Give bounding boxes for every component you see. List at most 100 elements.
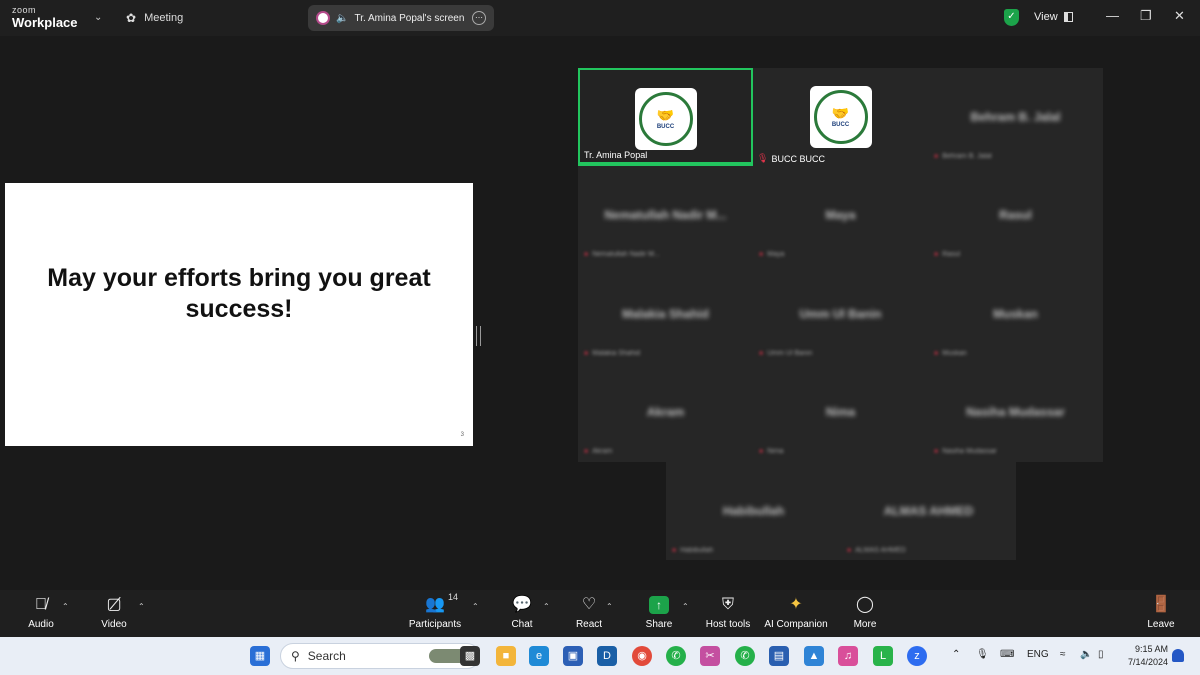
mic-muted-icon: ● — [847, 547, 852, 554]
participant-tile[interactable]: Behram B. Jalal ● Behram B. Jalal — [928, 68, 1103, 166]
react-button[interactable]: ♡ React — [570, 594, 608, 630]
windows-start-icon[interactable]: ▦ — [250, 646, 270, 666]
presentation-app-icon[interactable]: ▤ — [769, 646, 789, 666]
microphone-tray-icon[interactable]: 🎙 — [976, 649, 989, 660]
clock-time: 9:15 AM — [1134, 644, 1168, 654]
participants-count-badge: 14 — [448, 592, 459, 602]
audio-button[interactable]: 🎙̸ Audio — [22, 594, 60, 630]
participant-tile[interactable]: Umm Ul Banin ● Umm Ul Banin — [753, 265, 928, 363]
battery-icon[interactable]: ▯ — [1098, 649, 1104, 660]
participant-name-tag: ● ALMAS AHMED — [847, 547, 906, 554]
wifi-icon[interactable]: ≈ — [1060, 649, 1066, 660]
photos-icon[interactable]: ▲ — [804, 646, 824, 666]
participant-name-tag: ● Habibullah — [672, 547, 714, 554]
restore-icon[interactable]: ❐ — [1140, 8, 1152, 24]
share-button[interactable]: ↑ Share — [640, 594, 678, 630]
leave-door-icon: 🚪 — [1151, 596, 1171, 613]
whatsapp-icon[interactable]: ✆ — [666, 646, 686, 666]
participant-name-tag: ● Nasiha Mudassar — [934, 448, 997, 455]
line-app-icon[interactable]: L — [873, 646, 893, 666]
dell-app-icon[interactable]: D — [597, 646, 617, 666]
participant-name-large: Akram — [646, 405, 685, 419]
mic-muted-icon: 🎙̸ — [35, 596, 47, 613]
meeting-menu[interactable]: ✿ Meeting — [126, 11, 183, 25]
participant-name-tag: ● Akram — [584, 448, 613, 455]
whatsapp-business-icon[interactable]: ✆ — [735, 646, 755, 666]
chevron-down-icon[interactable]: ⌄ — [94, 12, 102, 23]
security-shield-icon[interactable]: ✓ — [1004, 9, 1019, 26]
zoom-app-icon[interactable]: z — [907, 646, 927, 666]
view-label: View — [1034, 11, 1058, 23]
participant-tile[interactable]: Habibullah ● Habibullah — [666, 462, 841, 560]
brand-bottom: Workplace — [12, 15, 78, 30]
video-options-chevron-icon[interactable]: ⌃ — [138, 602, 145, 611]
minimize-icon[interactable]: — — [1106, 8, 1119, 23]
keyboard-icon[interactable]: ⌨ — [1000, 649, 1014, 660]
file-explorer-icon[interactable]: ■ — [496, 646, 516, 666]
participant-tile[interactable]: Akram ● Akram — [578, 363, 753, 461]
search-icon: ⚲ — [291, 649, 300, 663]
taskbar-clock[interactable]: 9:15 AM 7/14/2024 — [1120, 643, 1168, 669]
store-icon[interactable]: ▣ — [563, 646, 583, 666]
video-button[interactable]: ▢̸ Video — [96, 594, 132, 630]
react-options-chevron-icon[interactable]: ⌃ — [606, 602, 613, 611]
participant-tile[interactable]: ALMAS AHMED ● ALMAS AHMED — [841, 462, 1016, 560]
participant-tile-active-speaker[interactable]: 🤝 BUCC Tr. Amina Popal — [578, 68, 753, 166]
participant-name-large: Umm Ul Banin — [799, 307, 882, 321]
taskbar-search[interactable]: ⚲ Search — [280, 643, 480, 669]
task-view-icon[interactable]: ▩ — [460, 646, 480, 666]
language-indicator[interactable]: ENG — [1027, 649, 1049, 660]
participant-tile[interactable]: Maya ● Maya — [753, 166, 928, 264]
participant-name-large: Nasiha Mudassar — [966, 405, 1065, 419]
split-view-resize-handle[interactable] — [476, 326, 481, 346]
mic-muted-icon: ● — [934, 350, 939, 357]
participant-tile[interactable]: Nematullah Nadir M... ● Nematullah Nadir … — [578, 166, 753, 264]
share-options-chevron-icon[interactable]: ⌃ — [682, 602, 689, 611]
shield-icon: ⛨ — [721, 596, 734, 613]
participant-tile[interactable]: 🤝 BUCC 🎙 BUCC BUCC — [753, 68, 928, 166]
more-button[interactable]: ◯ More — [848, 594, 882, 630]
mic-muted-icon: ● — [934, 251, 939, 258]
snipping-tool-icon[interactable]: ✂ — [700, 646, 720, 666]
bucc-logo: 🤝 BUCC — [813, 90, 868, 144]
volume-icon[interactable]: 🔈 — [1080, 649, 1092, 660]
mic-muted-icon: ● — [759, 448, 764, 455]
handshake-icon: 🤝 — [656, 107, 675, 123]
clock-date: 7/14/2024 — [1127, 657, 1168, 667]
participant-tile[interactable]: Rasul ● Rasul — [928, 166, 1103, 264]
mic-muted-icon: ● — [584, 251, 589, 258]
leave-button[interactable]: 🚪 Leave — [1144, 594, 1178, 630]
edge-browser-icon[interactable]: e — [529, 646, 549, 666]
screen-share-indicator[interactable]: 🔈 Tr. Amina Popal's screen ⋯ — [308, 5, 494, 31]
participant-name-large: Habibullah — [722, 504, 785, 518]
participant-avatar: 🤝 BUCC — [809, 86, 872, 148]
participant-tile[interactable]: Nasiha Mudassar ● Nasiha Mudassar — [928, 363, 1103, 461]
chat-options-chevron-icon[interactable]: ⌃ — [543, 602, 550, 611]
video-off-icon: ▢̸ — [106, 596, 122, 613]
host-tools-button[interactable]: ⛨ Host tools — [702, 594, 754, 630]
chat-button[interactable]: 💬 Chat — [504, 594, 540, 630]
more-options-icon[interactable]: ⋯ — [472, 11, 486, 25]
audio-options-chevron-icon[interactable]: ⌃ — [62, 602, 69, 611]
meeting-control-bar: 🎙̸ Audio ⌃ ▢̸ Video ⌃ 👥 Participants 14 … — [0, 590, 1200, 637]
media-app-icon[interactable]: ♫ — [838, 646, 858, 666]
view-button[interactable]: View — [1034, 11, 1073, 23]
paw-icon: ✿ — [126, 11, 137, 25]
participant-tile[interactable]: Malakia Shahid ● Malakia Shahid — [578, 265, 753, 363]
participant-name-tag: ● Umm Ul Banin — [759, 350, 813, 357]
participant-avatar: 🤝 BUCC — [634, 88, 697, 150]
close-icon[interactable]: ✕ — [1174, 8, 1185, 24]
ai-companion-button[interactable]: ✦ AI Companion — [762, 594, 830, 630]
participant-tile[interactable]: Muskan ● Muskan — [928, 265, 1103, 363]
participant-tile[interactable]: Nima ● Nima — [753, 363, 928, 461]
participant-name-tag: ● Behram B. Jalal — [934, 153, 992, 160]
shared-screen-slide: May your efforts bring you great success… — [5, 183, 473, 446]
tray-overflow-chevron-icon[interactable]: ⌃ — [952, 649, 960, 660]
participants-options-chevron-icon[interactable]: ⌃ — [472, 602, 479, 611]
participant-name-large: Nematullah Nadir M... — [604, 208, 727, 222]
chat-icon: 💬 — [512, 596, 532, 613]
mic-muted-icon: ● — [934, 448, 939, 455]
notification-bell-icon[interactable] — [1172, 649, 1184, 662]
chrome-icon[interactable]: ◉ — [632, 646, 652, 666]
participant-name-large: Rasul — [999, 208, 1032, 222]
